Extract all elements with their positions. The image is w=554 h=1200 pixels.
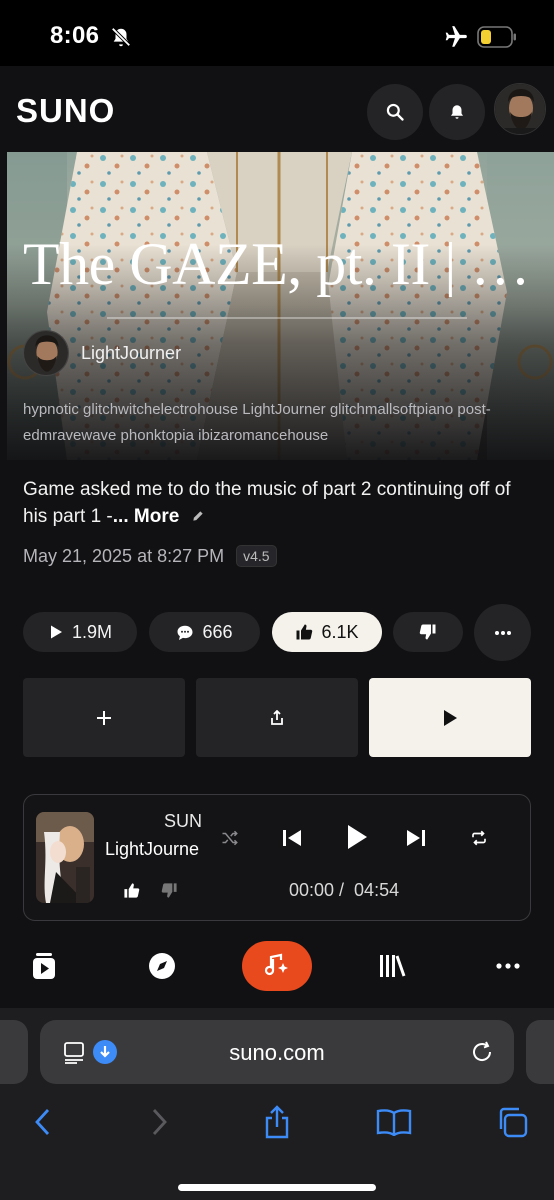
tabs-icon [499, 1107, 528, 1138]
next-track-button[interactable] [401, 823, 431, 853]
battery-icon [477, 26, 516, 48]
bookmarks-button[interactable] [374, 1102, 414, 1142]
share-icon [271, 709, 283, 725]
search-button[interactable] [367, 84, 423, 140]
status-time: 8:06 [50, 22, 100, 49]
song-title: The GAZE, pt. II | Ga... [23, 231, 543, 297]
app-view: SUNO The GAZE, pt. II | Ga... LightJourn… [0, 66, 554, 1008]
chevron-right-icon [152, 1109, 167, 1135]
repeat-button[interactable] [466, 825, 492, 851]
chevron-left-icon [35, 1109, 50, 1135]
creator-avatar-image [24, 331, 68, 375]
song-date-row: May 21, 2025 at 8:27 PM v4.5 [23, 545, 277, 567]
nav-create-button[interactable] [242, 941, 312, 991]
song-hero: The GAZE, pt. II | Ga... LightJourner hy… [7, 152, 554, 460]
like-count: 6.1K [321, 621, 359, 642]
ellipsis-icon [494, 630, 511, 635]
creator-link[interactable]: LightJourner [23, 330, 181, 376]
song-description: Game asked me to do the music of part 2 … [23, 476, 523, 530]
music-sparkle-icon [264, 953, 288, 976]
airplane-icon [445, 26, 467, 47]
compass-icon [149, 953, 175, 979]
shuffle-icon [222, 830, 238, 846]
browser-toolbar: suno.com [0, 1008, 554, 1200]
reload-icon[interactable] [470, 1040, 494, 1064]
play-icon [348, 825, 367, 849]
comment-count: 666 [202, 621, 233, 642]
ellipsis-icon [496, 963, 520, 969]
player-artist[interactable]: LightJourne [105, 839, 203, 860]
nav-explore[interactable] [140, 944, 184, 988]
thumbs-down-icon [419, 624, 436, 640]
url-text: suno.com [229, 1040, 325, 1065]
share-page-button[interactable] [257, 1102, 297, 1142]
next-tab-preview[interactable] [526, 1020, 554, 1084]
status-bar: 8:06 [0, 0, 554, 66]
share-button[interactable] [196, 678, 358, 757]
player-cover-image [36, 812, 94, 903]
library-icon [380, 955, 406, 977]
player-song-title[interactable]: SUN [164, 811, 204, 832]
nav-feed[interactable] [22, 944, 66, 988]
mini-player: SUN LightJourne 00:00 / 04:54 [23, 794, 531, 921]
play-count: 1.9M [71, 621, 113, 642]
tabs-button[interactable] [492, 1102, 532, 1142]
back-button[interactable] [22, 1102, 62, 1142]
avatar-image [495, 84, 545, 134]
notifications-button[interactable] [429, 84, 485, 140]
playback-time: 00:00 / 04:54 [289, 880, 400, 900]
description-text: Game asked me to do the music of part 2 … [23, 479, 511, 527]
play-icon [444, 709, 457, 726]
player-play-button[interactable] [339, 819, 375, 855]
skip-back-icon [283, 830, 301, 846]
comment-icon [177, 625, 193, 640]
play-count-button[interactable]: 1.9M [23, 612, 137, 652]
profile-avatar[interactable] [494, 83, 546, 135]
suno-logo[interactable]: SUNO [16, 92, 115, 130]
search-icon [386, 103, 404, 121]
like-button[interactable]: 6.1K [272, 612, 382, 652]
thumbs-up-icon [296, 624, 313, 640]
plus-icon [97, 710, 111, 725]
repeat-icon [472, 830, 486, 846]
play-icon [50, 625, 62, 639]
creator-name[interactable]: LightJourner [81, 343, 181, 364]
dislike-button[interactable] [393, 612, 463, 652]
song-tags[interactable]: hypnotic glitchwitchelectrohouse LightJo… [23, 397, 543, 449]
home-indicator[interactable] [178, 1184, 376, 1191]
player-dislike-button[interactable] [156, 877, 182, 903]
play-square-icon [33, 953, 55, 979]
book-icon [376, 1109, 412, 1136]
more-options-button[interactable] [474, 604, 531, 661]
thumbs-down-icon [161, 882, 177, 898]
skip-forward-icon [407, 830, 425, 846]
pencil-icon[interactable] [191, 509, 205, 523]
comments-button[interactable]: 666 [149, 612, 260, 652]
version-badge: v4.5 [236, 545, 277, 567]
player-cover-art[interactable] [36, 812, 94, 903]
address-bar[interactable]: suno.com [40, 1020, 514, 1084]
previous-track-button[interactable] [277, 823, 307, 853]
creator-avatar[interactable] [23, 330, 69, 376]
bell-icon [451, 105, 463, 119]
nav-library[interactable] [370, 944, 414, 988]
play-song-button[interactable] [369, 678, 531, 757]
shuffle-button[interactable] [217, 825, 243, 851]
bell-off-icon [111, 27, 131, 47]
share-icon [265, 1105, 289, 1139]
more-link[interactable]: ... More [113, 506, 180, 527]
previous-tab-preview[interactable] [0, 1020, 28, 1084]
forward-button[interactable] [140, 1102, 180, 1142]
nav-more[interactable] [486, 944, 530, 988]
player-like-button[interactable] [118, 877, 144, 903]
song-date: May 21, 2025 at 8:27 PM [23, 545, 225, 566]
thumbs-up-icon [123, 882, 139, 898]
add-to-playlist-button[interactable] [23, 678, 185, 757]
